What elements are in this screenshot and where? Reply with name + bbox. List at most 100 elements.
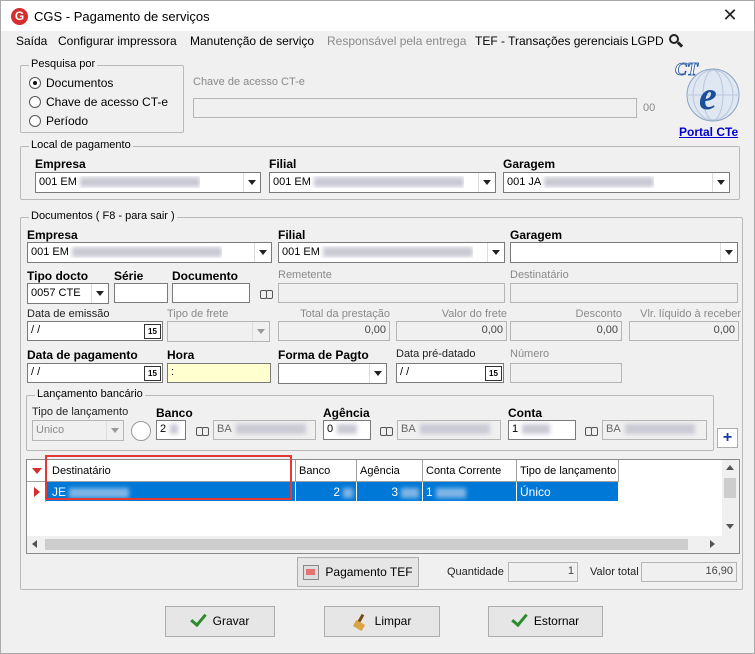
radio-unchecked-icon[interactable] [29, 115, 41, 127]
scroll-left-icon[interactable] [32, 540, 37, 548]
col-agencia[interactable]: Agência [357, 460, 423, 482]
data-emissao-label: Data de emissão [27, 308, 110, 320]
radio-checked-icon[interactable] [29, 77, 41, 89]
tipo-docto-select[interactable]: 0057 CTE [27, 283, 109, 304]
chevron-down-icon[interactable] [91, 284, 108, 303]
doc-filial-select[interactable]: 001 EM [278, 242, 505, 263]
forma-pagto-select[interactable] [278, 363, 387, 384]
lp-garagem-label: Garagem [503, 157, 556, 171]
close-button[interactable]: ✕ [707, 2, 753, 30]
chevron-down-icon[interactable] [243, 173, 260, 192]
scroll-thumb[interactable] [45, 539, 688, 550]
lp-empresa-select[interactable]: 001 EM [35, 172, 261, 193]
chevron-down-icon[interactable] [720, 243, 737, 262]
radio-unchecked-icon[interactable] [29, 96, 41, 108]
valor-liquido-value: 0,00 [629, 321, 739, 341]
menu-saida[interactable]: Saída [16, 34, 47, 48]
scroll-down-icon[interactable] [726, 524, 734, 529]
search-by-legend: Pesquisa por [29, 58, 98, 70]
binoculars-search-icon[interactable] [583, 423, 599, 437]
card-terminal-icon [303, 565, 320, 581]
vertical-scrollbar[interactable] [722, 460, 739, 536]
data-pagamento-label: Data de pagamento [27, 348, 138, 362]
doc-garagem-label: Garagem [510, 228, 563, 242]
menu-manutencao-servico[interactable]: Manutenção de serviço [190, 34, 314, 48]
data-emissao-input[interactable]: / / [27, 321, 163, 341]
remetente-label: Remetente [278, 269, 332, 281]
chave-acesso-suffix: 00 [643, 102, 656, 114]
chevron-down-icon[interactable] [487, 243, 504, 262]
menu-responsavel-entrega: Responsável pela entrega [327, 34, 467, 48]
banco-input[interactable]: 2 [156, 420, 186, 440]
scroll-up-icon[interactable] [726, 465, 734, 470]
payment-window: G CGS - Pagamento de serviços ✕ Saída Co… [0, 0, 755, 654]
lp-filial-select[interactable]: 001 EM [269, 172, 496, 193]
radio-documentos[interactable]: Documentos [29, 76, 113, 90]
valor-total-label: Valor total [590, 566, 639, 578]
sort-indicator-icon[interactable] [27, 460, 46, 482]
conta-input[interactable]: 1 [508, 420, 576, 440]
broom-icon [353, 614, 369, 630]
desconto-label: Desconto [575, 308, 622, 320]
lp-garagem-select[interactable]: 001 JA [503, 172, 730, 193]
doc-garagem-select[interactable] [510, 242, 738, 263]
remetente-input [278, 283, 505, 303]
cell-banco[interactable]: 2 [296, 482, 357, 501]
chave-acesso-input [193, 98, 637, 118]
scroll-thumb[interactable] [724, 478, 736, 498]
chevron-down-icon[interactable] [369, 364, 386, 383]
calendar-icon[interactable]: 15 [144, 324, 161, 339]
portal-cte-link[interactable]: Portal CTe [679, 125, 738, 139]
chevron-down-icon[interactable] [478, 173, 495, 192]
menu-configurar-impressora[interactable]: Configurar impressora [58, 34, 177, 48]
search-by-group: Pesquisa por Documentos Chave de acesso … [20, 58, 184, 133]
cell-tipo-lancamento[interactable]: Único [517, 482, 619, 501]
calendar-icon[interactable]: 15 [485, 366, 502, 381]
chevron-down-icon[interactable] [712, 173, 729, 192]
cell-conta-corrente[interactable]: 1 [423, 482, 517, 501]
calendar-icon[interactable]: 15 [144, 366, 161, 381]
cell-agencia[interactable]: 3 [357, 482, 423, 501]
serie-label: Série [114, 269, 144, 283]
scroll-right-icon[interactable] [710, 540, 715, 548]
doc-empresa-select[interactable]: 001 EM [27, 242, 272, 263]
col-banco[interactable]: Banco [296, 460, 357, 482]
estornar-button[interactable]: Estornar [488, 606, 603, 637]
menu-lgpd[interactable]: LGPD [631, 34, 664, 48]
agencia-input[interactable]: 0 [323, 420, 371, 440]
gravar-button[interactable]: Gravar [165, 606, 275, 637]
valor-total-value: 16,90 [641, 562, 737, 582]
banco-label: Banco [156, 406, 193, 420]
tipo-docto-label: Tipo docto [27, 269, 89, 283]
radio-chave-acesso[interactable]: Chave de acesso CT-e [29, 95, 168, 109]
valor-frete-label: Valor do frete [441, 308, 507, 320]
pagamento-tef-button[interactable]: Pagamento TEF [297, 557, 419, 587]
data-pagamento-input[interactable]: / / [27, 363, 163, 383]
col-conta-corrente[interactable]: Conta Corrente [423, 460, 517, 482]
binoculars-search-icon[interactable] [194, 423, 210, 437]
serie-input[interactable] [114, 283, 168, 303]
documento-input[interactable] [172, 283, 250, 303]
hora-input[interactable]: : [167, 363, 271, 383]
agencia-label: Agência [323, 406, 370, 420]
total-prestacao-label: Total da prestação [300, 308, 390, 320]
add-lancamento-button[interactable]: + [717, 428, 738, 448]
radio-periodo[interactable]: Período [29, 114, 88, 128]
binoculars-search-icon[interactable] [258, 286, 274, 300]
menu-tef-transacoes[interactable]: TEF - Transações gerenciais [475, 34, 628, 48]
data-predatado-label: Data pré-datado [396, 348, 476, 360]
total-prestacao-value: 0,00 [278, 321, 390, 341]
search-icon[interactable] [669, 34, 684, 48]
banco-nome: BA [213, 420, 316, 440]
col-tipo-lancamento[interactable]: Tipo de lançamento [517, 460, 619, 482]
conta-nome: BA [602, 420, 707, 440]
chevron-down-icon[interactable] [254, 243, 271, 262]
limpar-button[interactable]: Limpar [324, 606, 440, 637]
refresh-icon[interactable] [131, 421, 151, 441]
binoculars-search-icon[interactable] [378, 423, 394, 437]
lancamento-bancario-legend: Lançamento bancário [35, 388, 145, 400]
chevron-down-icon [106, 421, 123, 440]
tipo-lancamento-select: Único [32, 420, 124, 441]
quantidade-value: 1 [508, 562, 578, 582]
horizontal-scrollbar[interactable] [27, 536, 739, 553]
